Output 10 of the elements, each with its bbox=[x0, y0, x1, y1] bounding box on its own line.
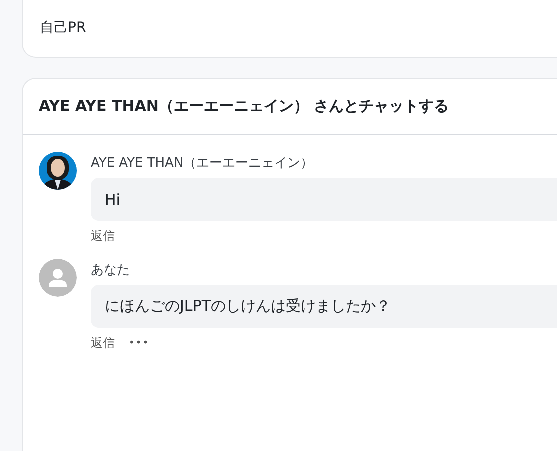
message-bubble: Hi bbox=[91, 178, 557, 221]
more-button[interactable]: ••• bbox=[129, 338, 150, 349]
reply-link[interactable]: 返信 bbox=[91, 228, 115, 245]
author-name: AYE AYE THAN（エーエーニェイン） bbox=[91, 155, 315, 172]
message-bubble: にほんごのJLPTのしけんは受けましたか？ bbox=[91, 285, 557, 328]
avatar-icon bbox=[39, 259, 77, 297]
card-title: 自己PR bbox=[40, 19, 86, 37]
reply-link[interactable]: 返信 bbox=[91, 335, 115, 352]
author-name: あなた bbox=[91, 262, 131, 279]
chat-title: AYE AYE THAN（エーエーニェイン） さんとチャットする bbox=[39, 97, 450, 116]
